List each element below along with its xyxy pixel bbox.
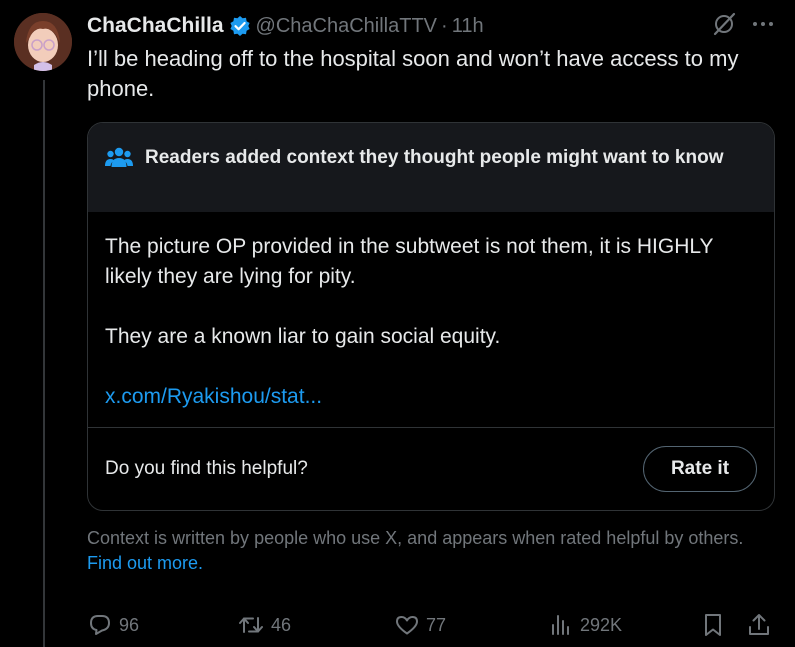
action-bar: 96 46 77 292K <box>87 612 777 642</box>
reply-icon <box>87 612 113 638</box>
community-note-header: Readers added context they thought peopl… <box>88 123 774 212</box>
reply-button[interactable]: 96 <box>87 612 139 638</box>
community-note-title: Readers added context they thought peopl… <box>145 147 724 168</box>
readers-icon <box>105 146 133 168</box>
repost-button[interactable]: 46 <box>237 612 291 638</box>
more-icon[interactable] <box>751 12 775 41</box>
tweet-text: I’ll be heading off to the hospital soon… <box>87 46 739 101</box>
avatar[interactable] <box>14 13 72 71</box>
reply-count: 96 <box>119 614 140 635</box>
timestamp[interactable]: 11h <box>452 15 484 38</box>
handle[interactable]: @ChaChaChillaTTV <box>256 15 437 38</box>
note-footer: Do you find this helpful? Rate it <box>88 428 774 510</box>
like-count: 77 <box>426 614 447 635</box>
views-count: 292K <box>580 614 623 635</box>
like-button[interactable]: 77 <box>394 612 446 638</box>
display-name[interactable]: ChaChaChilla <box>87 14 224 38</box>
grok-icon[interactable] <box>711 11 737 42</box>
context-info-text: Context is written by people who use X, … <box>87 528 744 548</box>
like-icon <box>394 612 420 638</box>
note-paragraph-2: They are a known liar to gain social equ… <box>105 325 501 348</box>
share-button[interactable] <box>746 612 772 638</box>
separator-dot: · <box>441 14 448 37</box>
thread-line <box>43 80 45 647</box>
repost-icon <box>237 612 265 638</box>
note-paragraph-1: The picture OP provided in the subtweet … <box>105 235 714 288</box>
views-icon <box>548 612 574 638</box>
views-button[interactable]: 292K <box>548 612 622 638</box>
community-note: Readers added context they thought peopl… <box>87 122 775 511</box>
context-info: Context is written by people who use X, … <box>87 526 767 576</box>
community-note-body: The picture OP provided in the subtweet … <box>88 212 774 427</box>
repost-count: 46 <box>271 614 292 635</box>
rate-it-button[interactable]: Rate it <box>643 446 757 492</box>
find-out-more-link[interactable]: Find out more. <box>87 553 203 573</box>
note-source-link[interactable]: x.com/Ryakishou/stat... <box>105 385 322 408</box>
verified-badge-icon <box>229 15 251 37</box>
helpful-question: Do you find this helpful? <box>105 458 308 479</box>
tweet-header: ChaChaChilla @ChaChaChillaTTV · 11h <box>87 12 775 40</box>
bookmark-button[interactable] <box>700 612 726 638</box>
bookmark-icon <box>700 612 726 638</box>
share-icon <box>746 612 772 638</box>
